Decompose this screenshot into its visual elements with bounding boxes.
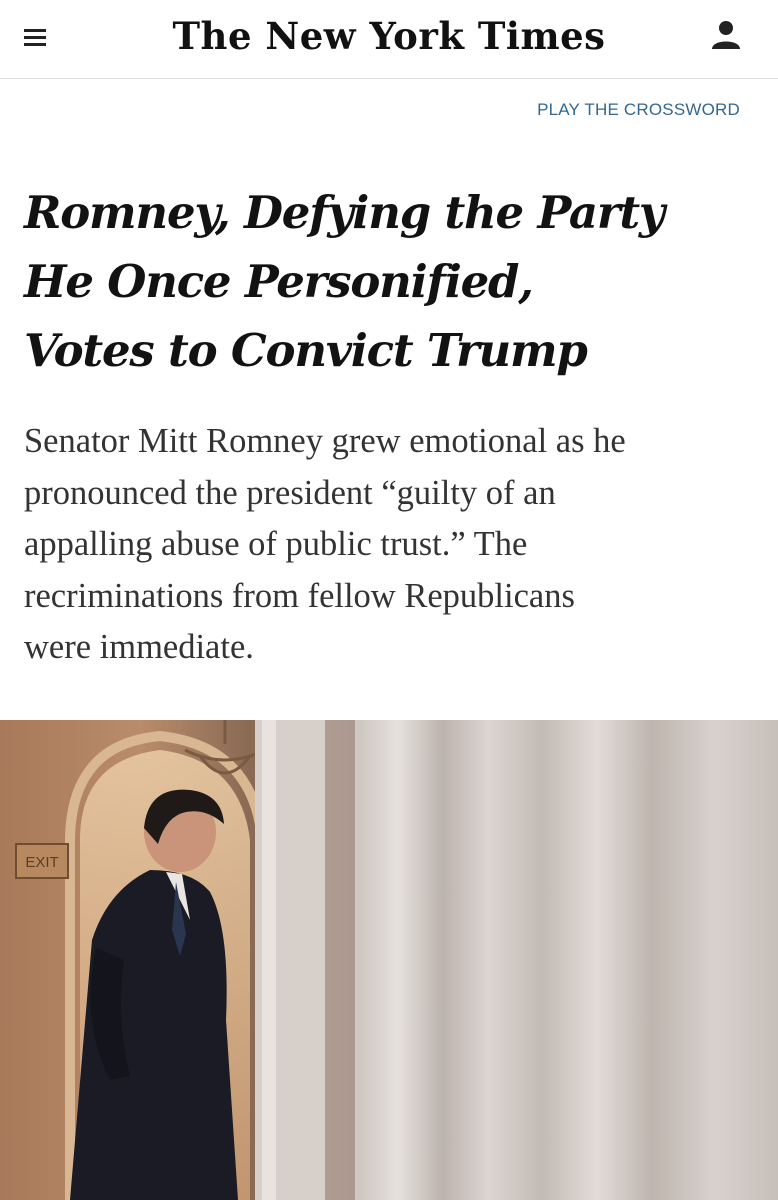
article-summary: Senator Mitt Romney grew emotional as he… xyxy=(24,416,754,674)
summary-line: recriminations from fellow Republicans xyxy=(24,576,575,615)
headline-line[interactable]: Romney, Defying the Party xyxy=(24,178,744,247)
exit-sign-text: EXIT xyxy=(25,854,58,871)
article-page: The New York Times PLAY THE CROSSWORD Ro… xyxy=(0,0,778,1200)
top-bar: The New York Times xyxy=(0,0,778,79)
nyt-masthead-logo[interactable]: The New York Times xyxy=(0,10,778,62)
play-crossword-link[interactable]: PLAY THE CROSSWORD xyxy=(537,100,740,120)
headline-line[interactable]: Votes to Convict Trump xyxy=(24,316,744,385)
summary-line: were immediate. xyxy=(24,628,254,666)
summary-line: appalling abuse of public trust.” The xyxy=(24,525,528,563)
article-photo[interactable]: EXIT xyxy=(0,720,778,1200)
user-account-icon xyxy=(712,21,740,49)
summary-line: pronounced the president “guilty of an xyxy=(24,473,556,512)
headline-line[interactable]: He Once Personified, xyxy=(24,247,744,316)
summary-line: Senator Mitt Romney grew emotional as he xyxy=(24,422,626,460)
article-headline[interactable]: Romney, Defying the Party He Once Person… xyxy=(24,178,744,385)
account-button[interactable] xyxy=(708,16,744,54)
